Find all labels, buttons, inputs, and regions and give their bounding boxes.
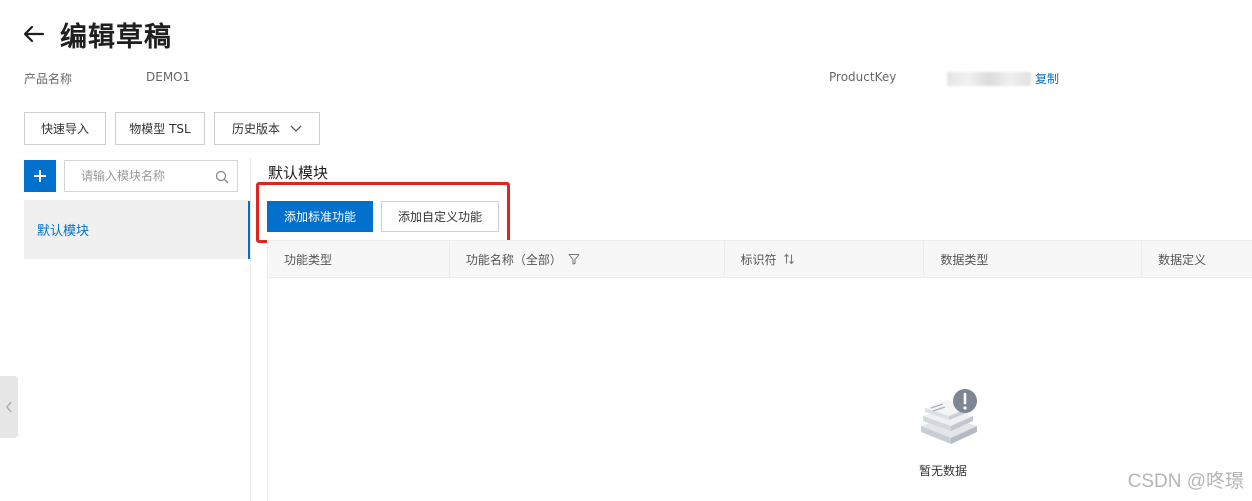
add-custom-function-button[interactable]: 添加自定义功能 — [381, 201, 499, 232]
chevron-down-icon — [290, 125, 302, 132]
page-title: 编辑草稿 — [60, 21, 172, 53]
column-header-label: 功能名称（全部） — [465, 252, 562, 267]
tsl-button[interactable]: 物模型 TSL — [115, 112, 205, 145]
back-arrow-icon[interactable] — [22, 22, 46, 46]
column-header-label: 数据类型 — [940, 252, 989, 267]
column-header-label: 标识符 — [740, 252, 777, 267]
product-key-label: ProductKey — [829, 70, 897, 84]
product-key-value-redacted — [947, 72, 1031, 86]
function-table: 功能类型 功能名称（全部） 标识符 数据类型 数据定义 — [267, 240, 1252, 501]
empty-state: 暂无数据 — [898, 388, 988, 479]
column-header-function-type: 功能类型 — [268, 241, 450, 277]
product-name-label: 产品名称 — [24, 72, 73, 86]
quick-import-button[interactable]: 快速导入 — [24, 112, 106, 145]
sort-icon[interactable] — [783, 253, 795, 265]
filter-icon[interactable] — [568, 253, 580, 265]
module-search-input[interactable] — [81, 169, 209, 183]
column-header-data-type: 数据类型 — [924, 241, 1143, 277]
history-version-label: 历史版本 — [231, 122, 280, 136]
chevron-left-icon — [6, 401, 12, 413]
column-header-data-definition: 数据定义 — [1142, 241, 1252, 277]
column-header-label: 功能类型 — [284, 252, 333, 267]
add-module-button[interactable] — [24, 160, 56, 192]
empty-text: 暂无数据 — [918, 464, 967, 478]
column-header-label: 数据定义 — [1158, 252, 1207, 267]
module-item-label: 默认模块 — [37, 224, 90, 239]
table-header: 功能类型 功能名称（全部） 标识符 数据类型 数据定义 — [268, 240, 1252, 278]
search-icon[interactable] — [215, 170, 229, 184]
pane-divider — [250, 158, 251, 501]
empty-data-icon — [921, 389, 977, 444]
module-sidebar: 默认模块 — [24, 158, 252, 501]
section-title: 默认模块 — [268, 164, 329, 182]
sidebar-collapse-handle[interactable] — [0, 376, 18, 438]
plus-icon — [34, 170, 46, 182]
watermark: CSDN @咚璟 — [1127, 471, 1244, 492]
history-version-dropdown[interactable]: 历史版本 — [214, 112, 320, 145]
column-header-identifier: 标识符 — [725, 241, 925, 277]
page-header: 编辑草稿 — [22, 14, 172, 54]
add-standard-function-button[interactable]: 添加标准功能 — [267, 201, 373, 232]
copy-link[interactable]: 复制 — [1035, 70, 1059, 87]
toolbar: 快速导入 物模型 TSL 历史版本 — [24, 112, 320, 145]
column-header-function-name: 功能名称（全部） — [450, 241, 725, 277]
module-search-box — [64, 160, 238, 192]
module-item-default[interactable]: 默认模块 — [24, 200, 250, 259]
product-name-value: DEMO1 — [146, 70, 191, 84]
